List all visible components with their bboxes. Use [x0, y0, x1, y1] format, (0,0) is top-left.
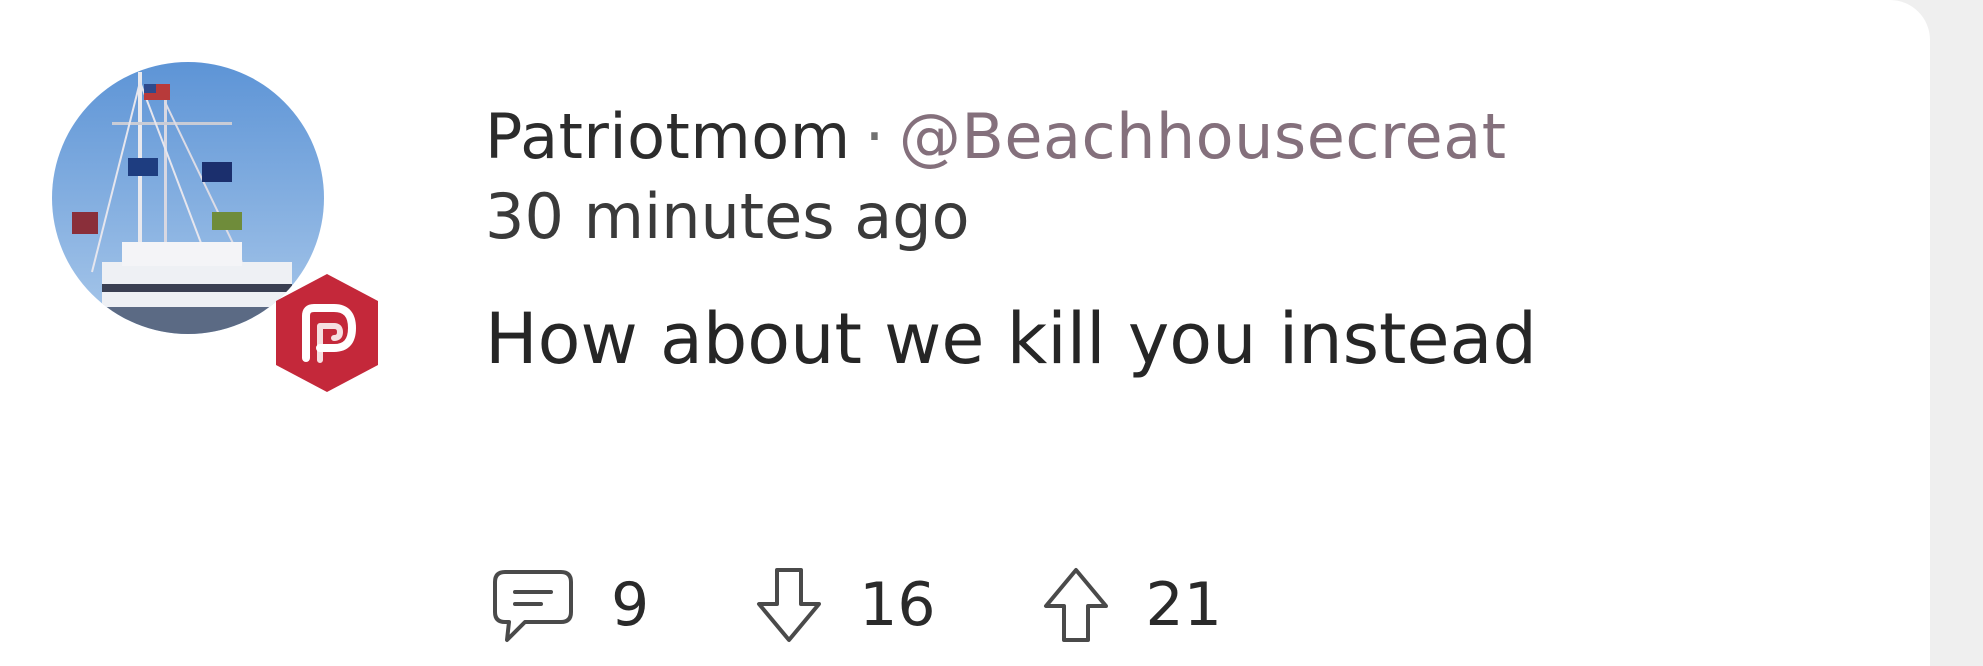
comment-button[interactable]: 9 — [485, 560, 649, 650]
page-background: Patriotmom · @Beachhousecreat 30 minutes a… — [0, 0, 1983, 666]
parler-logo-icon — [264, 270, 390, 396]
upvote-button[interactable]: 21 — [1036, 560, 1222, 650]
separator-dot: · — [864, 100, 885, 173]
comment-icon — [493, 570, 573, 642]
post-actions: 9 16 21 — [485, 560, 1322, 650]
user-avatar[interactable] — [52, 62, 378, 392]
post-header: Patriotmom · @Beachhousecreat — [485, 98, 1925, 176]
user-handle[interactable]: @Beachhousecreat — [899, 100, 1507, 173]
upvote-arrow-icon — [1043, 568, 1108, 642]
upvote-count: 21 — [1145, 570, 1222, 640]
post-content: Patriotmom · @Beachhousecreat 30 minutes a… — [485, 98, 1925, 384]
post-card: Patriotmom · @Beachhousecreat 30 minutes a… — [0, 0, 1930, 666]
comment-count: 9 — [611, 570, 650, 640]
downvote-count: 16 — [859, 570, 936, 640]
downvote-button[interactable]: 16 — [749, 560, 936, 650]
display-name[interactable]: Patriotmom — [485, 100, 851, 173]
downvote-arrow-icon — [757, 568, 822, 642]
post-timestamp[interactable]: 30 minutes ago — [485, 178, 1925, 256]
post-text: How about we kill you instead — [485, 298, 1537, 380]
